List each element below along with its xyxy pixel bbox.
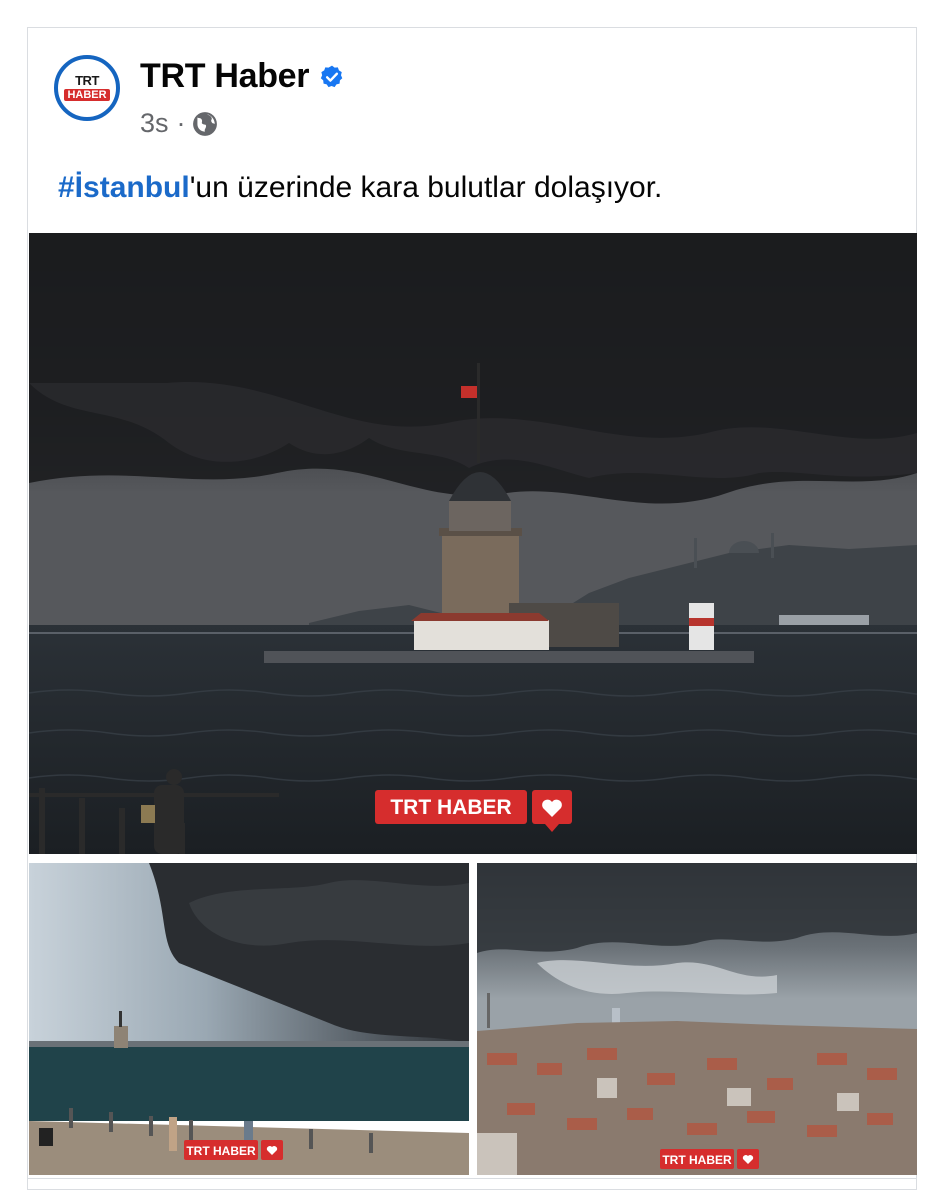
avatar-logo-top: TRT bbox=[75, 73, 99, 88]
post-text-body: 'un üzerinde kara bulutlar dolaşıyor. bbox=[189, 171, 663, 204]
photo-storm-over-bosphorus[interactable]: TRT HABER bbox=[29, 863, 469, 1175]
timestamp-link[interactable]: 3s bbox=[140, 108, 169, 139]
post-text: #İstanbul'un üzerinde kara bulutlar dola… bbox=[58, 171, 662, 205]
post-meta: TRT Haber 3s · bbox=[140, 57, 345, 139]
facebook-post-card: TRT HABER TRT Haber 3s · #İstanbul'un üz… bbox=[27, 27, 917, 1190]
separator-dot: · bbox=[176, 108, 186, 138]
photo-storm-over-city[interactable]: TRT HABER bbox=[477, 863, 917, 1175]
hashtag-link[interactable]: #İstanbul bbox=[58, 171, 190, 204]
photo-main-maidens-tower[interactable]: TRT HABER bbox=[29, 233, 917, 854]
post-header: TRT HABER TRT Haber 3s · bbox=[54, 55, 345, 139]
avatar-logo-bottom: HABER bbox=[64, 89, 110, 101]
page-name-link[interactable]: TRT Haber bbox=[140, 57, 310, 96]
previous-content-strip bbox=[0, 0, 944, 10]
screenshot: TRT HABER TRT Haber 3s · #İstanbul'un üz… bbox=[0, 0, 944, 1200]
name-row: TRT Haber bbox=[140, 57, 345, 96]
time-row: 3s · bbox=[140, 108, 345, 139]
watermark-left: TRT HABER bbox=[186, 1144, 256, 1158]
avatar[interactable]: TRT HABER bbox=[54, 55, 120, 121]
watermark-main: TRT HABER bbox=[390, 796, 511, 819]
card-divider bbox=[28, 1178, 916, 1179]
verified-badge-icon bbox=[321, 65, 343, 87]
globe-icon[interactable] bbox=[192, 111, 218, 137]
watermark-right: TRT HABER bbox=[662, 1153, 732, 1167]
